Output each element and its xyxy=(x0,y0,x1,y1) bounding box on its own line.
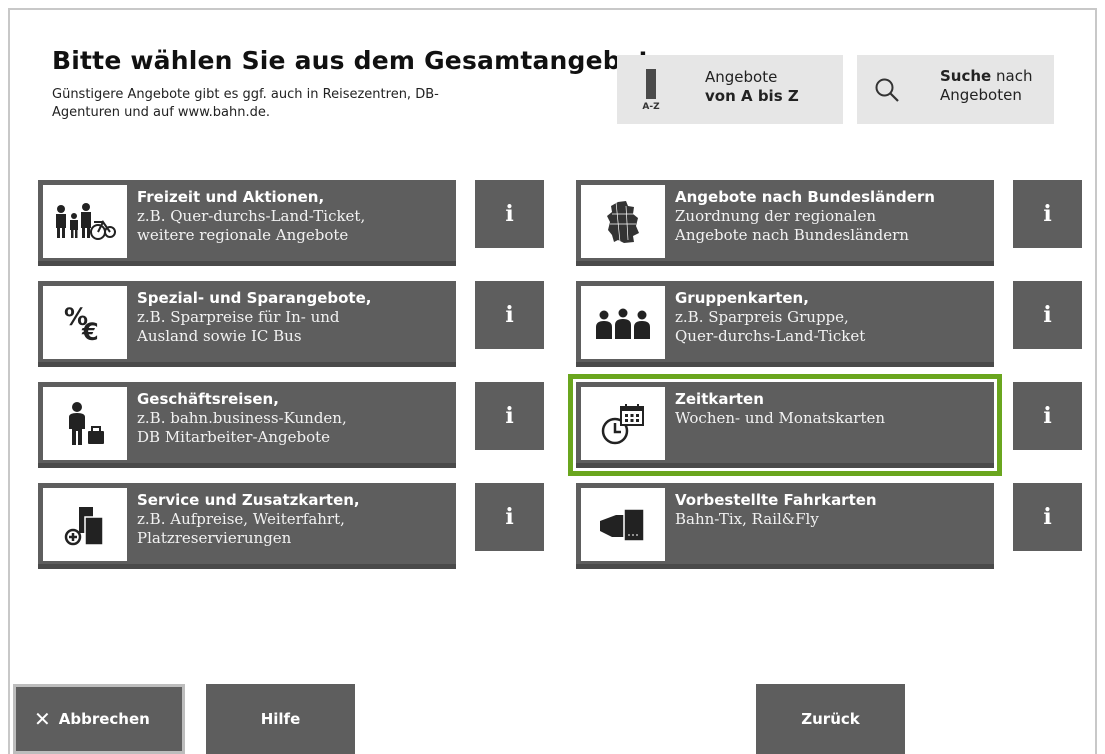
search-offers-button[interactable]: Suche nach Angeboten xyxy=(857,55,1054,124)
hand-ticket-icon xyxy=(581,488,665,561)
search-icon xyxy=(875,78,899,102)
businessman-icon xyxy=(43,387,127,460)
family-bike-icon xyxy=(43,185,127,258)
info-button-vorbestellte[interactable]: i xyxy=(1013,483,1082,551)
info-button-bundeslaender[interactable]: i xyxy=(1013,180,1082,248)
tile-line: z.B. Quer-durchs-Land-Ticket, xyxy=(137,207,366,225)
tile-geschaeftsreisen[interactable]: Geschäftsreisen, z.B. bahn.business-Kund… xyxy=(38,382,456,468)
tile-heading: Vorbestellte Fahrkarten xyxy=(675,491,877,509)
info-button-gruppenkarten[interactable]: i xyxy=(1013,281,1082,349)
info-button-spezial[interactable]: i xyxy=(475,281,544,349)
percent-euro-icon: % € xyxy=(43,286,127,359)
tile-line: z.B. bahn.business-Kunden, xyxy=(137,409,347,427)
tile-line: Angebote nach Bundesländern xyxy=(675,226,909,244)
group-icon xyxy=(581,286,665,359)
help-button[interactable]: Hilfe xyxy=(206,684,355,754)
info-button-geschaeftsreisen[interactable]: i xyxy=(475,382,544,450)
tile-line: Platzreservierungen xyxy=(137,529,292,547)
tile-line: DB Mitarbeiter-Angebote xyxy=(137,428,331,446)
tile-gruppenkarten[interactable]: Gruppenkarten, z.B. Sparpreis Gruppe, Qu… xyxy=(576,281,994,367)
tile-spezial-sparangebote[interactable]: % € Spezial- und Sparangebote, z.B. Spar… xyxy=(38,281,456,367)
tile-heading: Freizeit und Aktionen, xyxy=(137,188,325,206)
svg-text:€: € xyxy=(81,318,99,343)
back-button[interactable]: Zurück xyxy=(756,684,905,754)
tile-service-zusatzkarten[interactable]: Service und Zusatzkarten, z.B. Aufpreise… xyxy=(38,483,456,569)
page-title: Bitte wählen Sie aus dem Gesamtangebot. xyxy=(52,46,661,75)
tile-line: Ausland sowie IC Bus xyxy=(137,327,302,345)
a-z-index-icon: A-Z xyxy=(640,69,662,115)
info-button-service[interactable]: i xyxy=(475,483,544,551)
tile-line: Quer-durchs-Land-Ticket xyxy=(675,327,866,345)
tile-line: z.B. Sparpreis Gruppe, xyxy=(675,308,849,326)
tile-heading: Gruppenkarten, xyxy=(675,289,809,307)
tile-freizeit-aktionen[interactable]: Freizeit und Aktionen, z.B. Quer-durchs-… xyxy=(38,180,456,266)
tile-bundeslaender[interactable]: Angebote nach Bundesländern Zuordnung de… xyxy=(576,180,994,266)
germany-map-icon xyxy=(581,185,665,258)
cancel-label: Abbrechen xyxy=(58,710,150,728)
add-ticket-icon xyxy=(43,488,127,561)
tile-zeitkarten[interactable]: Zeitkarten Wochen- und Monatskarten xyxy=(568,374,1002,476)
tile-line: weitere regionale Angebote xyxy=(137,226,349,244)
tile-line: Zuordnung der regionalen xyxy=(675,207,877,225)
tile-heading: Geschäftsreisen, xyxy=(137,390,279,408)
tile-line: Bahn-Tix, Rail&Fly xyxy=(675,510,819,528)
tile-line: z.B. Aufpreise, Weiterfahrt, xyxy=(137,510,345,528)
search-offers-label: Suche nach Angeboten xyxy=(940,67,1033,104)
tile-line: z.B. Sparpreise für In- und xyxy=(137,308,340,326)
close-icon: ✕ xyxy=(34,707,51,731)
cancel-button[interactable]: ✕ Abbrechen xyxy=(13,684,185,754)
offers-a-to-z-label: Angebote von A bis Z xyxy=(705,68,799,105)
tile-line: Wochen- und Monatskarten xyxy=(675,409,886,427)
tile-heading: Spezial- und Sparangebote, xyxy=(137,289,372,307)
info-button-freizeit[interactable]: i xyxy=(475,180,544,248)
tile-heading: Zeitkarten xyxy=(675,390,764,408)
tile-vorbestellte-fahrkarten[interactable]: Vorbestellte Fahrkarten Bahn-Tix, Rail&F… xyxy=(576,483,994,569)
tile-heading: Angebote nach Bundesländern xyxy=(675,188,935,206)
page-subtitle: Günstigere Angebote gibt es ggf. auch in… xyxy=(52,87,439,120)
clock-calendar-icon xyxy=(581,387,665,460)
offers-a-to-z-button[interactable]: A-Z Angebote von A bis Z xyxy=(617,55,843,124)
tile-heading: Service und Zusatzkarten, xyxy=(137,491,360,509)
info-button-zeitkarten[interactable]: i xyxy=(1013,382,1082,450)
